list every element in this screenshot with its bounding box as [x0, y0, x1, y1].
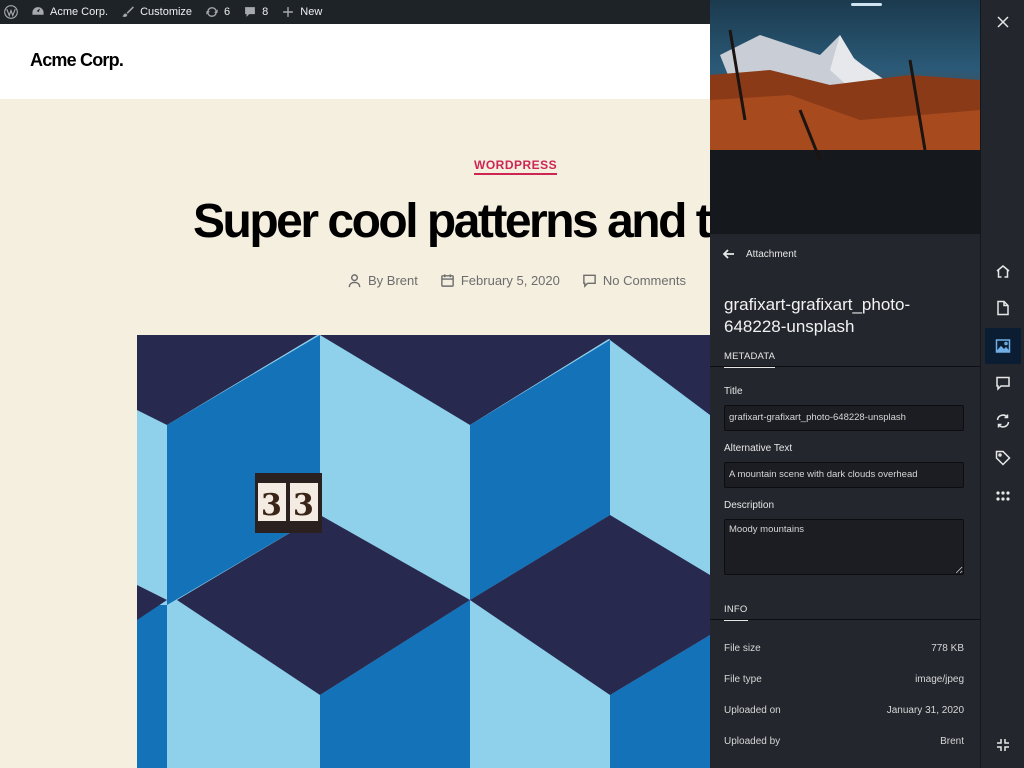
back-to-attachments[interactable]: Attachment: [722, 247, 797, 261]
info-row-uploaded-on: Uploaded on January 31, 2020: [724, 705, 964, 716]
post-author-label: By Brent: [368, 273, 418, 288]
brush-icon: [122, 6, 135, 17]
post-author[interactable]: By Brent: [347, 273, 418, 288]
comment-icon: [583, 274, 596, 288]
collapse-icon: [997, 739, 1009, 751]
info-row-uploaded-by: Uploaded by Brent: [724, 736, 964, 747]
cube-pattern-image: 3 3: [137, 335, 710, 768]
admin-bar-site-label: Acme Corp.: [50, 6, 109, 18]
admin-bar-new-label: New: [300, 6, 323, 18]
info-value: January 31, 2020: [886, 705, 964, 716]
panel-nav-label: Attachment: [746, 248, 797, 260]
info-value: Brent: [940, 736, 964, 747]
description-textarea[interactable]: Moody mountains: [724, 519, 964, 575]
divider: [710, 366, 980, 367]
admin-bar-comments-count: 8: [262, 6, 269, 18]
info-row-file-size: File size 778 KB: [724, 643, 964, 654]
site-title[interactable]: Acme Corp.: [30, 50, 124, 71]
comment-icon: [996, 376, 1010, 391]
alt-text-input[interactable]: [724, 462, 964, 488]
page: Acme Corp. Customize 6 8 New Acme Corp. …: [0, 0, 1024, 768]
admin-bar-customize[interactable]: Customize: [121, 0, 192, 24]
svg-text:3: 3: [261, 488, 282, 523]
wordpress-icon: [4, 5, 18, 19]
info-value: 778 KB: [931, 643, 964, 654]
rail-media-button[interactable]: [985, 328, 1021, 364]
info-row-file-type: File type image/jpeg: [724, 674, 964, 685]
info-label: Uploaded on: [724, 705, 781, 716]
admin-bar-updates[interactable]: 6: [205, 0, 230, 24]
post-date[interactable]: February 5, 2020: [440, 273, 560, 288]
admin-bar-customize-label: Customize: [140, 6, 193, 18]
post-title: Super cool patterns and textures: [193, 195, 710, 248]
admin-bar-new[interactable]: New: [281, 0, 322, 24]
description-label: Description: [724, 500, 775, 511]
plus-icon: [283, 7, 294, 17]
admin-bar-wordpress[interactable]: [4, 0, 18, 24]
post-meta: By Brent February 5, 2020 No Comments: [347, 273, 708, 288]
divider: [710, 619, 980, 620]
post-comments[interactable]: No Comments: [582, 273, 686, 288]
media-details-panel: Attachment grafixart-grafixart_photo-648…: [710, 0, 980, 768]
info-value: image/jpeg: [915, 674, 964, 685]
svg-text:3: 3: [293, 488, 314, 523]
title-input[interactable]: [724, 405, 964, 431]
close-button[interactable]: [985, 4, 1021, 40]
updates-icon: [206, 7, 218, 17]
mountain-photo: [710, 0, 980, 234]
admin-bar-updates-count: 6: [224, 6, 231, 18]
close-icon: [997, 16, 1009, 28]
post-category-link[interactable]: WORDPRESS: [474, 158, 558, 175]
alt-text-label: Alternative Text: [724, 443, 793, 454]
collapse-button[interactable]: [985, 727, 1021, 763]
user-icon: [348, 274, 361, 288]
tab-info[interactable]: INFO: [724, 604, 748, 621]
info-label: File type: [724, 674, 762, 685]
attachment-preview-image: [710, 0, 980, 234]
rail-tags-button[interactable]: [985, 440, 1021, 476]
info-label: File size: [724, 643, 761, 654]
rail-comments-button[interactable]: [985, 365, 1021, 401]
image-icon: [995, 339, 1011, 353]
post-comments-label: No Comments: [602, 273, 686, 288]
more-icon: [996, 491, 1010, 501]
right-sidebar: [980, 0, 1024, 768]
rail-pages-button[interactable]: [985, 290, 1021, 326]
site-header: Acme Corp.: [0, 24, 710, 99]
sync-icon: [996, 414, 1010, 428]
post-area: WORDPRESS Super cool patterns and textur…: [0, 99, 710, 768]
admin-bar-site[interactable]: Acme Corp.: [31, 0, 108, 24]
featured-image: 3 3: [137, 335, 710, 768]
rail-sync-button[interactable]: [985, 403, 1021, 439]
comment-icon: [245, 7, 256, 17]
tab-metadata[interactable]: METADATA: [724, 351, 776, 368]
tag-icon: [995, 450, 1011, 466]
post-date-label: February 5, 2020: [460, 273, 560, 288]
admin-bar-comments[interactable]: 8: [243, 0, 268, 24]
calendar-icon: [441, 274, 454, 287]
drag-handle[interactable]: [851, 3, 882, 6]
info-label: Uploaded by: [724, 736, 781, 747]
page-icon: [997, 300, 1009, 316]
arrow-left-icon: [722, 249, 734, 259]
attachment-title: grafixart-grafixart_photo-648228-unsplas…: [724, 295, 911, 336]
home-icon: [996, 265, 1010, 278]
title-label: Title: [724, 386, 743, 397]
dashboard-icon: [32, 7, 44, 15]
rail-more-button[interactable]: [985, 478, 1021, 514]
rail-home-button[interactable]: [985, 253, 1021, 289]
